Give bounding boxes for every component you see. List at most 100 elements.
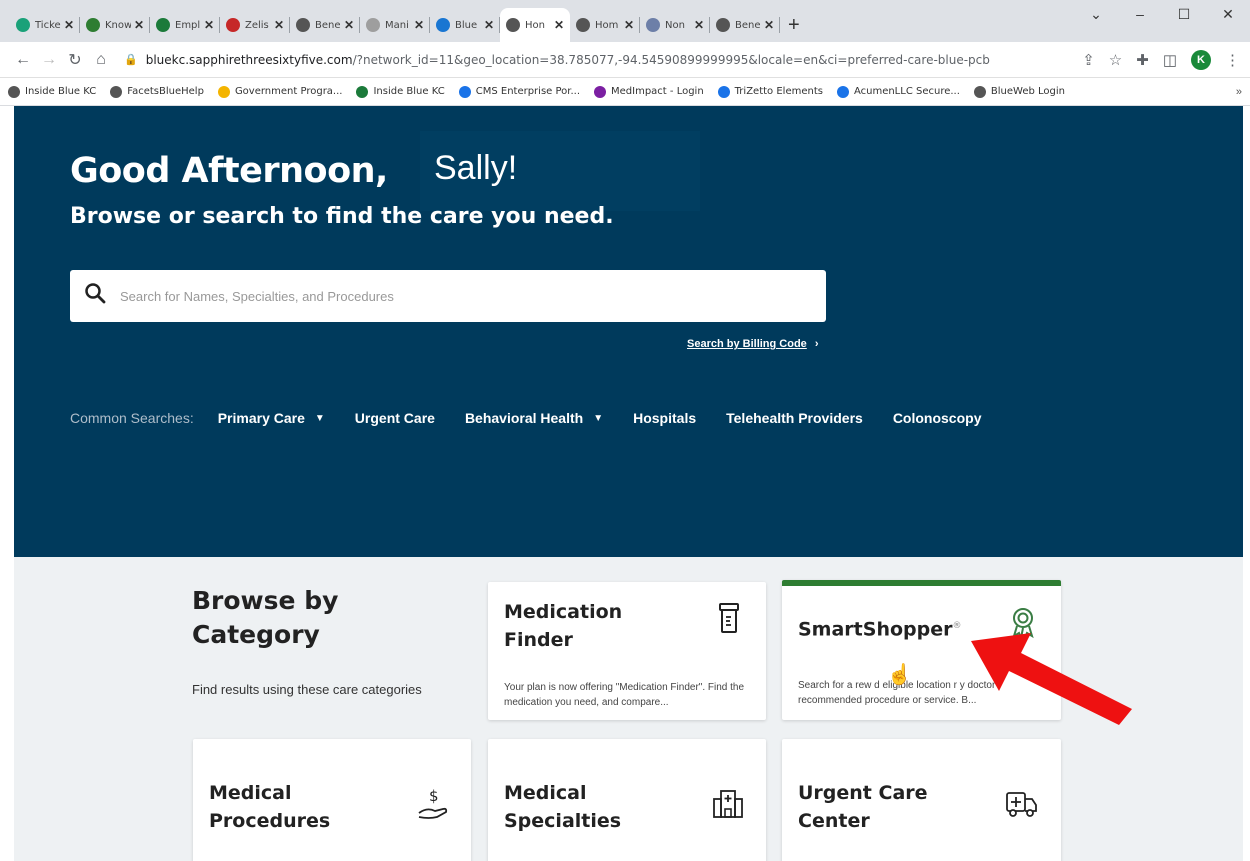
browser-tab-strip: Ticke ✕ Know ✕ Empl ✕ Zelis ✕ Bene ✕ Mani ✕ Blue ✕ Hon…: [0, 0, 1250, 42]
lock-icon[interactable]: 🔒: [124, 53, 138, 66]
tab-title: Ticke: [35, 19, 61, 31]
card-title: SmartShopper®: [798, 612, 961, 643]
bookmark-item[interactable]: AcumenLLC Secure...: [836, 85, 960, 98]
ambulance-icon: [1005, 789, 1039, 826]
bookmark-item[interactable]: CMS Enterprise Por...: [458, 85, 581, 98]
card-title-line: Medical: [504, 782, 587, 804]
minimize-icon[interactable]: –: [1118, 0, 1162, 28]
search-icon: [84, 282, 106, 310]
bookmark-label: TriZetto Elements: [734, 86, 823, 97]
forward-icon[interactable]: →: [36, 51, 62, 69]
medical-specialties-card[interactable]: Medical Specialties: [488, 739, 766, 861]
tab-close-icon[interactable]: ✕: [344, 18, 354, 32]
side-panel-icon[interactable]: ◫: [1163, 51, 1177, 69]
browser-tab[interactable]: Non ✕: [640, 8, 710, 42]
browse-title-line: Category: [192, 620, 320, 649]
common-search-behavioral-health[interactable]: Behavioral Health ▼: [465, 410, 603, 426]
common-search-hospitals[interactable]: Hospitals: [633, 410, 696, 426]
bookmarks-bar: Inside Blue KC FacetsBlueHelp Government P…: [0, 78, 1250, 106]
bookmark-favicon-icon: [458, 85, 471, 98]
chevron-right-icon: ›: [814, 338, 819, 350]
browser-tab[interactable]: Know ✕: [80, 8, 150, 42]
tab-search-icon[interactable]: ⌄: [1074, 0, 1118, 28]
browser-tab[interactable]: Bene ✕: [710, 8, 780, 42]
tab-close-icon[interactable]: ✕: [554, 18, 564, 32]
menu-kebab-icon[interactable]: ⋮: [1225, 51, 1240, 69]
tab-close-icon[interactable]: ✕: [484, 18, 494, 32]
bookmark-item[interactable]: TriZetto Elements: [717, 85, 823, 98]
hospital-building-icon: [712, 789, 744, 826]
common-search-colonoscopy[interactable]: Colonoscopy: [893, 410, 982, 426]
card-title-line: Medical: [209, 782, 292, 804]
tab-title: Non: [665, 19, 685, 31]
medication-finder-card[interactable]: Medication Finder Your plan is now offer…: [488, 582, 766, 720]
browser-tab[interactable]: Hom ✕: [570, 8, 640, 42]
maximize-icon[interactable]: ☐: [1162, 0, 1206, 28]
bookmark-item[interactable]: Inside Blue KC: [356, 85, 445, 98]
bookmark-label: Government Progra...: [234, 86, 343, 97]
card-title: Medication Finder: [504, 598, 622, 654]
reload-icon[interactable]: ↻: [62, 50, 88, 70]
tab-close-icon[interactable]: ✕: [134, 18, 144, 32]
browse-subtitle: Find results using these care categories: [192, 682, 422, 697]
bookmark-item[interactable]: MedImpact - Login: [594, 85, 704, 98]
search-by-billing-code-link[interactable]: Search by Billing Code ›: [687, 338, 818, 350]
card-title-line: Urgent Care: [798, 782, 928, 804]
profile-avatar[interactable]: K: [1191, 49, 1211, 70]
bookmark-item[interactable]: Inside Blue KC: [8, 85, 97, 98]
bookmark-label: CMS Enterprise Por...: [475, 86, 581, 97]
common-search-urgent-care[interactable]: Urgent Care: [355, 410, 435, 426]
close-window-icon[interactable]: ✕: [1206, 0, 1250, 28]
extensions-icon[interactable]: ✚: [1136, 51, 1149, 69]
tab-close-icon[interactable]: ✕: [64, 18, 74, 32]
browser-tab[interactable]: Blue ✕: [430, 8, 500, 42]
billing-link-label: Search by Billing Code: [687, 338, 807, 350]
tab-favicon-icon: [366, 18, 380, 32]
browser-tab[interactable]: Ticke ✕: [10, 8, 80, 42]
bookmark-favicon-icon: [973, 85, 986, 98]
home-icon[interactable]: ⌂: [88, 51, 114, 69]
bookmark-star-icon[interactable]: ☆: [1109, 51, 1122, 69]
back-icon[interactable]: ←: [10, 51, 36, 69]
prescription-bottle-icon: [718, 602, 740, 641]
bookmark-item[interactable]: BlueWeb Login: [973, 85, 1065, 98]
tab-close-icon[interactable]: ✕: [764, 18, 774, 32]
tab-favicon-icon: [576, 18, 590, 32]
hand-dollar-icon: $: [415, 787, 451, 828]
search-input[interactable]: [120, 288, 826, 304]
browser-tab[interactable]: Hon ✕: [500, 8, 570, 42]
tab-favicon-icon: [86, 18, 100, 32]
bookmark-list: Inside Blue KC FacetsBlueHelp Government P…: [8, 85, 1065, 98]
tab-close-icon[interactable]: ✕: [204, 18, 214, 32]
browser-tab[interactable]: Bene ✕: [290, 8, 360, 42]
browser-tab[interactable]: Zelis ✕: [220, 8, 290, 42]
bookmark-item[interactable]: Government Progra...: [217, 85, 343, 98]
bookmark-label: AcumenLLC Secure...: [853, 86, 960, 97]
url-host: bluekc.sapphirethreesixtyfive.com: [145, 52, 353, 67]
common-search-label: Primary Care: [217, 410, 305, 426]
bookmark-label: Inside Blue KC: [25, 86, 97, 97]
tab-close-icon[interactable]: ✕: [414, 18, 424, 32]
medical-procedures-card[interactable]: Medical Procedures $: [193, 739, 471, 861]
svg-text:$: $: [429, 787, 439, 805]
tab-close-icon[interactable]: ✕: [694, 18, 704, 32]
tab-close-icon[interactable]: ✕: [274, 18, 284, 32]
common-search-telehealth[interactable]: Telehealth Providers: [726, 410, 863, 426]
browser-tab[interactable]: Empl ✕: [150, 8, 220, 42]
tab-list: Ticke ✕ Know ✕ Empl ✕ Zelis ✕ Bene ✕ Mani ✕ Blue ✕ Hon…: [10, 8, 780, 42]
share-icon[interactable]: ⇪: [1082, 51, 1095, 69]
browser-tab[interactable]: Mani ✕: [360, 8, 430, 42]
bookmarks-overflow-icon[interactable]: »: [1236, 86, 1242, 98]
browse-title-line: Browse by: [192, 586, 339, 615]
new-tab-button[interactable]: +: [788, 8, 800, 42]
urgent-care-center-card[interactable]: Urgent Care Center: [782, 739, 1061, 861]
bookmark-item[interactable]: FacetsBlueHelp: [110, 85, 204, 98]
tab-title: Bene: [315, 19, 341, 31]
tab-title: Hom: [595, 19, 619, 31]
tab-close-icon[interactable]: ✕: [624, 18, 634, 32]
common-search-primary-care[interactable]: Primary Care ▼: [218, 410, 325, 426]
search-box[interactable]: [70, 270, 826, 322]
greeting-heading: Good Afternoon,: [70, 151, 388, 191]
address-bar[interactable]: 🔒 bluekc.sapphirethreesixtyfive.com /?ne…: [124, 46, 1072, 74]
bookmark-favicon-icon: [717, 85, 730, 98]
